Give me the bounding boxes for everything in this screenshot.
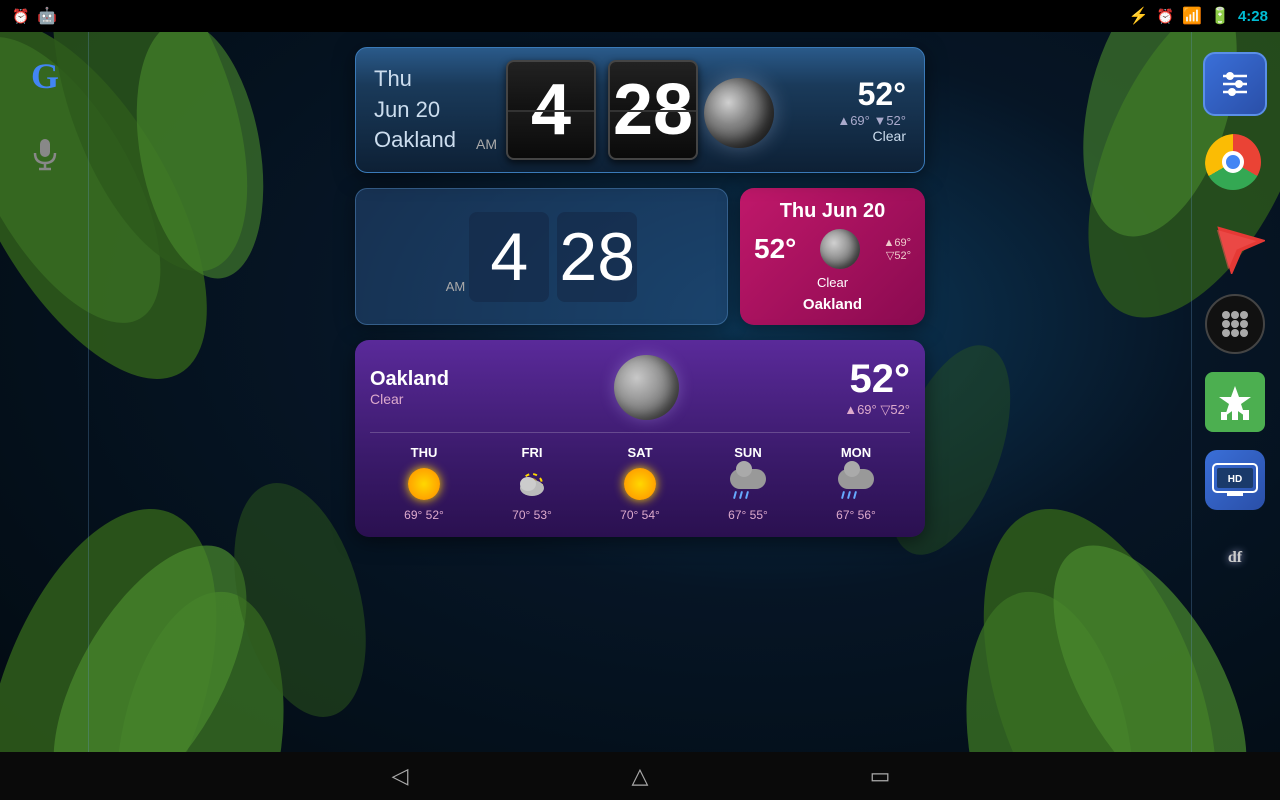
status-bar: ⏰ 🤖 ⚡ ⏰ 📶 🔋 4:28	[0, 0, 1280, 32]
flip-hour: 4	[506, 60, 596, 160]
df-label: df	[1228, 549, 1242, 567]
purple-weather-widget[interactable]: Oakland Clear 52° ▲69° ▽52° THU 69° 52° …	[355, 340, 925, 537]
flip-weather-info: 52° ▲69° ▼52° Clear	[806, 76, 906, 144]
purple-condition: Clear	[370, 391, 449, 407]
flip-hi-lo: ▲69° ▼52°	[806, 113, 906, 128]
flip-clock-date: Thu Jun 20 Oakland	[374, 64, 474, 156]
pink-hi-lo: ▲69° ▽52°	[883, 237, 911, 262]
star-app-icon[interactable]	[1205, 372, 1265, 432]
sat-icon	[622, 466, 658, 502]
right-sidebar: HD df	[1190, 32, 1280, 752]
recents-button[interactable]: ▭	[860, 756, 900, 796]
battery-icon: 🔋	[1210, 6, 1230, 26]
purple-temp-info: 52° ▲69° ▽52°	[844, 357, 910, 418]
wifi-icon: 📶	[1182, 6, 1202, 26]
sun-icon-rain	[730, 466, 766, 502]
pink-date: Thu Jun 20	[754, 200, 911, 223]
simple-hour: 4	[469, 212, 549, 302]
df-app-icon[interactable]: df	[1205, 528, 1265, 588]
flip-date-month: Jun 20	[374, 95, 474, 126]
flip-temp: 52°	[806, 76, 906, 113]
purple-moon	[614, 355, 679, 420]
forecast-sat: SAT 70° 54°	[586, 445, 694, 522]
left-sidebar: G	[0, 32, 90, 752]
simple-minute: 28	[557, 212, 637, 302]
simple-am-pm: AM	[446, 279, 466, 294]
flip-date-city: Oakland	[374, 125, 474, 156]
bluetooth-icon: ⚡	[1129, 6, 1149, 26]
pink-temp: 52°	[754, 233, 796, 265]
home-button[interactable]: △	[620, 756, 660, 796]
pink-weather-row: 52° ▲69° ▽52°	[754, 229, 911, 269]
android-icon: 🤖	[38, 7, 56, 25]
purple-city-info: Oakland Clear	[370, 368, 449, 407]
purple-city: Oakland	[370, 368, 449, 391]
pink-city: Oakland	[754, 296, 911, 313]
pink-lo: ▽52°	[883, 249, 911, 262]
google-button[interactable]: G	[21, 52, 69, 100]
forecast-mon: MON 67° 56°	[802, 445, 910, 522]
forecast-sun: SUN 67° 55°	[694, 445, 802, 522]
flip-condition: Clear	[806, 128, 906, 144]
pink-condition: Clear	[754, 275, 911, 290]
flip-am-pm: AM	[476, 136, 497, 152]
fri-icon	[514, 466, 550, 502]
pink-moon	[820, 229, 860, 269]
flip-clock-digits: AM 4 28	[474, 60, 806, 160]
alarm-clock-icon: ⏰	[1157, 8, 1174, 25]
back-button[interactable]: ◁	[380, 756, 420, 796]
pink-weather-widget[interactable]: Thu Jun 20 52° ▲69° ▽52° Clear Oakland	[740, 188, 925, 325]
flip-clock-widget[interactable]: Thu Jun 20 Oakland AM 4 28 52° ▲69° ▼52°…	[355, 47, 925, 173]
moon-image	[704, 78, 774, 148]
simple-clock-widget[interactable]: AM 4 28	[355, 188, 728, 325]
forecast-fri: FRI 70° 53°	[478, 445, 586, 522]
mic-button[interactable]	[21, 130, 69, 178]
alarm-icon: ⏰	[12, 7, 30, 25]
plane-app-icon[interactable]	[1203, 212, 1267, 276]
hd-app-icon[interactable]: HD	[1205, 450, 1265, 510]
status-time: 4:28	[1238, 8, 1268, 25]
thu-icon	[406, 466, 442, 502]
simple-clock-digits: AM 4 28	[446, 212, 638, 302]
widget-row2: AM 4 28 Thu Jun 20 52° ▲69° ▽52° Clear O…	[355, 188, 925, 325]
flip-minute: 28	[608, 60, 698, 160]
purple-weather-top: Oakland Clear 52° ▲69° ▽52°	[370, 355, 910, 420]
purple-hi-lo: ▲69° ▽52°	[844, 402, 910, 418]
purple-temp: 52°	[844, 357, 910, 402]
flip-date-day: Thu	[374, 64, 474, 95]
pink-hi: ▲69°	[883, 237, 911, 249]
chrome-app-icon[interactable]	[1205, 134, 1265, 194]
main-content: Thu Jun 20 Oakland AM 4 28 52° ▲69° ▼52°…	[90, 32, 1190, 752]
bottom-nav: ◁ △ ▭	[0, 752, 1280, 800]
forecast-thu: THU 69° 52°	[370, 445, 478, 522]
purple-forecast: THU 69° 52° FRI 70° 53	[370, 432, 910, 522]
mon-icon	[838, 466, 874, 502]
settings-app-icon[interactable]	[1203, 52, 1267, 116]
app-drawer-icon[interactable]	[1205, 294, 1265, 354]
status-bar-left: ⏰ 🤖	[12, 7, 56, 25]
svg-text:HD: HD	[1228, 474, 1242, 485]
status-bar-right: ⚡ ⏰ 📶 🔋 4:28	[1129, 6, 1268, 26]
